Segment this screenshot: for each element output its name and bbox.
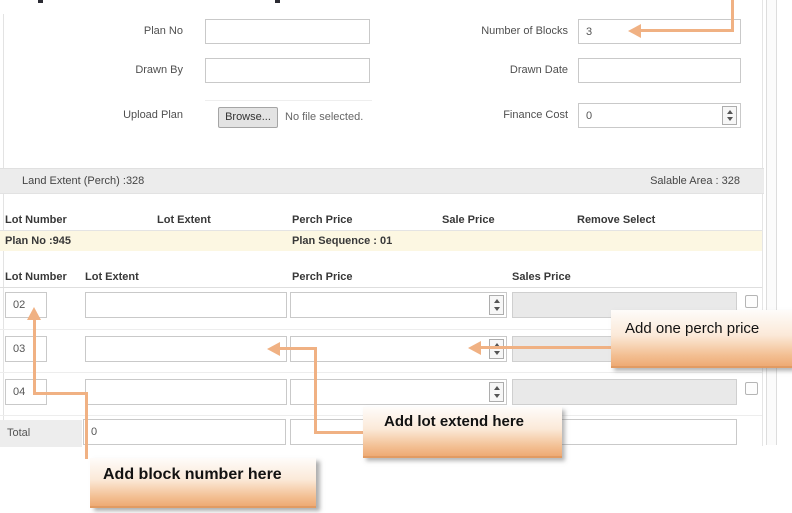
arrow-line-number-of-blocks xyxy=(640,29,734,32)
arrow-line-lot-extent xyxy=(314,431,363,434)
perch-price-spinner[interactable] xyxy=(489,339,504,359)
land-extent-text: Land Extent (Perch) :328 xyxy=(22,175,145,187)
salable-area-text: Salable Area : 328 xyxy=(650,175,740,187)
perch-price-input[interactable] xyxy=(290,292,507,318)
arrow-line-lot-extent xyxy=(280,347,317,350)
total-label: Total xyxy=(7,427,31,439)
cropped-text-fragment xyxy=(38,0,43,3)
finance-cost-spinner[interactable] xyxy=(722,106,737,125)
lot-extent-input[interactable] xyxy=(85,379,287,405)
callout-block-number: Add block number here xyxy=(90,458,316,508)
drawn-by-label: Drawn By xyxy=(135,64,183,76)
lots-header-lot-extent: Lot Extent xyxy=(85,271,139,283)
callout-lot-extent: Add lot extend here xyxy=(363,407,562,458)
divider xyxy=(0,287,762,288)
panel-right-border xyxy=(762,0,763,446)
summary-bar: Land Extent (Perch) :328 Salable Area : … xyxy=(0,168,764,194)
lot-extent-input[interactable] xyxy=(85,292,287,318)
drawn-date-label: Drawn Date xyxy=(509,64,568,76)
file-status-text: No file selected. xyxy=(285,111,364,123)
arrow-line-block-number xyxy=(85,392,88,459)
drawn-date-input[interactable] xyxy=(578,58,741,83)
arrow-line-perch-price xyxy=(480,346,611,349)
upload-plan-label: Upload Plan xyxy=(123,109,183,121)
arrow-line-block-number xyxy=(33,320,36,395)
vertical-scrollbar[interactable] xyxy=(766,0,777,445)
plan-no-input[interactable] xyxy=(205,19,370,44)
drawn-by-input[interactable] xyxy=(205,58,370,83)
remove-select-checkbox[interactable] xyxy=(745,382,758,395)
plan-no-text: Plan No :945 xyxy=(5,235,72,247)
perch-price-input[interactable] xyxy=(290,379,507,405)
arrow-line-lot-extent xyxy=(314,347,317,434)
remove-select-checkbox[interactable] xyxy=(745,295,758,308)
plan-no-label: Plan No xyxy=(143,25,183,37)
perch-price-spinner[interactable] xyxy=(489,295,504,315)
perch-price-spinner[interactable] xyxy=(489,382,504,402)
lot-number-input[interactable] xyxy=(5,336,47,362)
spinner-down-icon[interactable] xyxy=(493,393,500,398)
spinner-up-icon[interactable] xyxy=(726,110,733,114)
upload-area-top-border xyxy=(205,100,372,101)
plan-sequence-text: Plan Sequence : 01 xyxy=(292,235,393,247)
plan-header-lot-number: Lot Number xyxy=(5,214,67,226)
spinner-down-icon[interactable] xyxy=(493,306,500,311)
cropped-text-fragment xyxy=(275,0,280,3)
sales-price-input xyxy=(512,379,737,405)
lots-header-lot-number: Lot Number xyxy=(5,271,67,283)
arrow-head-left-icon xyxy=(468,341,481,355)
plan-entry-screen: Plan No Drawn By Upload Plan Browse... N… xyxy=(0,0,792,513)
row-separator xyxy=(0,372,762,373)
total-lot-extent-input[interactable] xyxy=(83,419,286,445)
plan-header-lot-extent: Lot Extent xyxy=(157,214,211,226)
spinner-down-icon[interactable] xyxy=(726,117,733,121)
number-of-blocks-label: Number of Blocks xyxy=(481,25,568,37)
arrow-line-number-of-blocks xyxy=(731,0,734,32)
plan-header-perch-price: Perch Price xyxy=(292,214,353,226)
lot-extent-input[interactable] xyxy=(85,336,287,362)
plan-header-sale-price: Sale Price xyxy=(442,214,495,226)
arrow-head-left-icon xyxy=(267,342,280,356)
arrow-head-left-icon xyxy=(628,24,641,38)
arrow-line-block-number xyxy=(33,392,88,395)
plan-header-remove-select: Remove Select xyxy=(577,214,656,226)
spinner-up-icon[interactable] xyxy=(493,299,500,304)
spinner-down-icon[interactable] xyxy=(493,350,500,355)
finance-cost-input[interactable] xyxy=(578,103,741,128)
finance-cost-label: Finance Cost xyxy=(503,109,568,121)
browse-button[interactable]: Browse... xyxy=(218,107,278,128)
spinner-up-icon[interactable] xyxy=(493,386,500,391)
lots-header-sales-price: Sales Price xyxy=(512,271,571,283)
lots-header-perch-price: Perch Price xyxy=(292,271,353,283)
arrow-head-up-icon xyxy=(27,307,41,320)
callout-perch-price: Add one perch price xyxy=(611,310,792,368)
